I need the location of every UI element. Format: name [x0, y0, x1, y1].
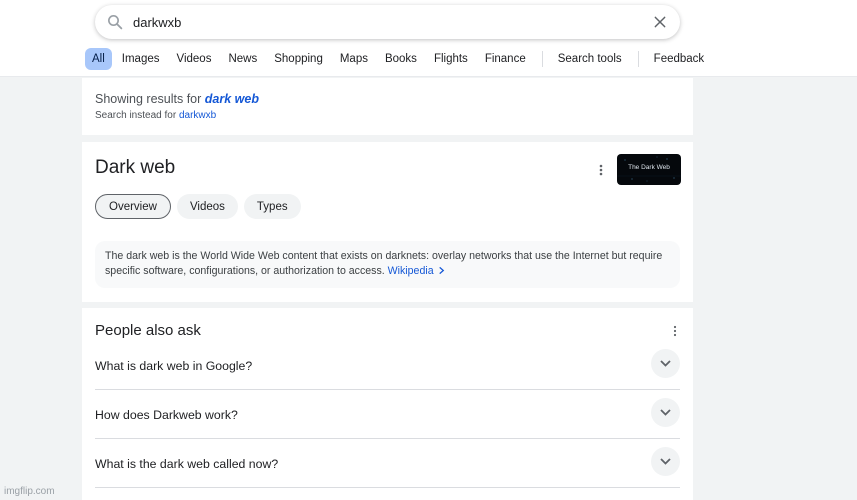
chip-overview[interactable]: Overview [95, 194, 171, 219]
tab-finance[interactable]: Finance [478, 48, 533, 70]
knowledge-panel-thumbnail[interactable]: The Dark Web [617, 154, 681, 185]
chevron-right-icon [438, 266, 444, 275]
chip-videos[interactable]: Videos [176, 194, 238, 219]
tab-all[interactable]: All [85, 48, 112, 70]
tab-flights[interactable]: Flights [427, 48, 475, 70]
people-also-ask-title: People also ask [95, 322, 201, 339]
search-icon [108, 15, 123, 30]
search-instead-text: Search instead for darkwxb [95, 110, 216, 121]
paa-question-text: How does Darkweb work? [95, 408, 238, 422]
search-input[interactable] [133, 11, 613, 33]
people-also-ask-card: People also ask What is dark web in Goog… [82, 308, 693, 500]
knowledge-panel-chips: Overview Videos Types [95, 194, 307, 219]
paa-question-row[interactable]: What is dark web in Google? [95, 341, 680, 390]
search-header: All Images Videos News Shopping Maps Boo… [0, 0, 857, 77]
search-tabs: All Images Videos News Shopping Maps Boo… [85, 48, 714, 70]
description-box: The dark web is the World Wide Web conte… [95, 241, 680, 288]
knowledge-panel: Dark web The Dark Web Overview Videos Ty… [82, 142, 693, 302]
tab-news[interactable]: News [221, 48, 264, 70]
chevron-down-icon [660, 409, 671, 416]
chevron-down-icon [660, 360, 671, 367]
description-text: The dark web is the World Wide Web conte… [105, 250, 663, 277]
paa-question-text: What is dark web in Google? [95, 359, 253, 373]
imgflip-watermark: imgflip.com [4, 486, 55, 497]
showing-results-text: Showing results for dark web [95, 92, 259, 106]
search-tools-button[interactable]: Search tools [551, 48, 629, 70]
tab-maps[interactable]: Maps [333, 48, 375, 70]
tabs-divider [637, 51, 639, 67]
tab-books[interactable]: Books [378, 48, 424, 70]
paa-question-row[interactable]: What is the dark web called now? [95, 439, 680, 488]
instead-prefix: Search instead for [95, 110, 177, 121]
close-icon[interactable] [652, 14, 668, 30]
thumbnail-label: The Dark Web [628, 164, 670, 171]
expand-button[interactable] [651, 398, 680, 427]
chevron-down-icon [660, 458, 671, 465]
paa-question-row[interactable]: How does Darkweb work? [95, 390, 680, 439]
search-box[interactable] [95, 5, 680, 39]
chip-types[interactable]: Types [243, 194, 301, 219]
wikipedia-link[interactable]: Wikipedia [388, 265, 446, 277]
more-options-icon[interactable] [597, 163, 605, 177]
tab-images[interactable]: Images [115, 48, 167, 70]
original-query-link[interactable]: darkwxb [179, 110, 216, 121]
spelling-correction-card: Showing results for dark web Search inst… [82, 78, 693, 135]
tab-videos[interactable]: Videos [170, 48, 219, 70]
feedback-link[interactable]: Feedback [647, 48, 712, 70]
knowledge-panel-title: Dark web [95, 157, 176, 178]
corrected-query-link[interactable]: dark web [205, 92, 259, 106]
paa-question-text: What is the dark web called now? [95, 457, 279, 471]
expand-button[interactable] [651, 349, 680, 378]
more-options-icon[interactable] [672, 325, 678, 337]
showing-prefix: Showing results for [95, 92, 202, 106]
wikipedia-link-label[interactable]: Wikipedia [388, 265, 434, 277]
tabs-divider [541, 51, 543, 67]
tab-shopping[interactable]: Shopping [267, 48, 330, 70]
expand-button[interactable] [651, 447, 680, 476]
